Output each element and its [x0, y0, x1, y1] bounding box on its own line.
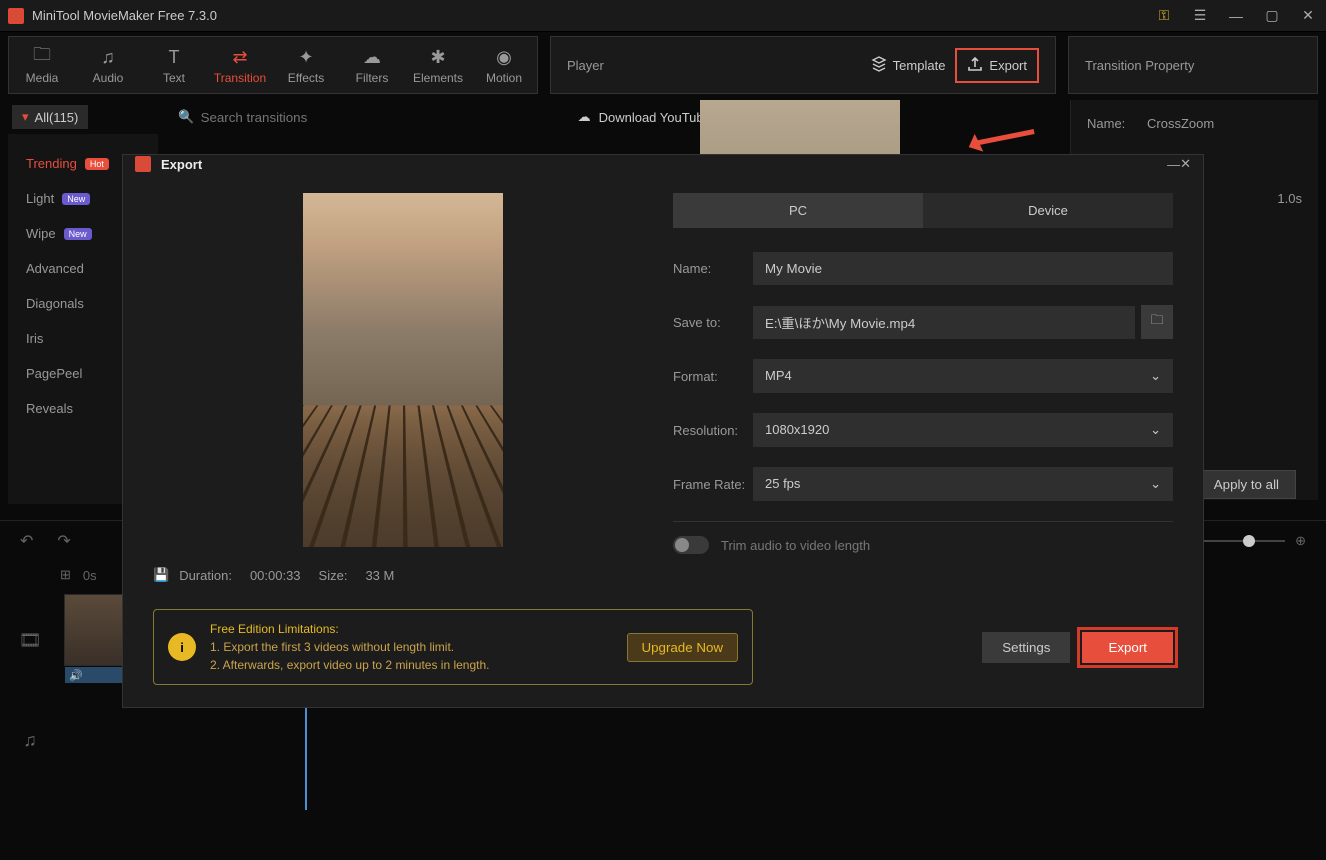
apply-to-all-button[interactable]: Apply to all [1197, 470, 1296, 499]
maximize-icon[interactable]: ▢ [1262, 7, 1282, 24]
search-box[interactable]: 🔍 [178, 109, 340, 125]
format-select[interactable]: MP4 ⌄ [753, 359, 1173, 393]
badge: Hot [85, 158, 109, 170]
export-top-button[interactable]: Export [955, 48, 1039, 83]
duration-label: Duration: [179, 568, 232, 583]
undo-icon[interactable]: ↶ [20, 531, 33, 551]
size-label: Size: [319, 568, 348, 583]
audio-track-icon: ♫ [0, 690, 60, 790]
resolution-label: Resolution: [673, 423, 753, 438]
chevron-down-icon: ⌄ [1150, 476, 1161, 492]
dialog-title: Export [161, 157, 202, 172]
name-label: Name: [673, 261, 753, 276]
tab-effects[interactable]: ✦Effects [273, 37, 339, 93]
chevron-down-icon: ⌄ [1150, 368, 1161, 384]
limitations-line2: 2. Afterwards, export video up to 2 minu… [210, 658, 490, 672]
trim-audio-row: Trim audio to video length [673, 536, 1173, 554]
toolbar-row: 🗀Media♫AudioTText⇄Transition✦Effects☁Fil… [0, 32, 1326, 98]
limitations-box: i Free Edition Limitations: 1. Export th… [153, 609, 753, 685]
property-panel-title: Transition Property [1068, 36, 1318, 94]
export-icon [967, 56, 983, 75]
minimize-icon[interactable]: — [1226, 8, 1246, 24]
redo-icon[interactable]: ↷ [57, 531, 70, 551]
caret-down-icon: ▾ [22, 109, 29, 125]
search-icon: 🔍 [178, 109, 194, 125]
key-icon[interactable]: ⚿ [1154, 7, 1174, 24]
destination-tabs: PC Device [673, 193, 1173, 228]
tab-motion[interactable]: ◉Motion [471, 37, 537, 93]
app-title: MiniTool MovieMaker Free 7.3.0 [32, 8, 217, 23]
media-icon: 🗀 [33, 45, 51, 69]
audio-icon: ♫ [101, 45, 115, 69]
export-meta: 💾 Duration: 00:00:33 Size: 33 M [153, 567, 412, 583]
all-filter-chip[interactable]: ▾ All(115) [12, 105, 88, 129]
dialog-logo-icon [135, 156, 151, 172]
template-icon [871, 56, 887, 75]
dialog-titlebar: Export — ✕ [123, 155, 1203, 173]
tab-filters[interactable]: ☁Filters [339, 37, 405, 93]
tab-text[interactable]: TText [141, 37, 207, 93]
resolution-select[interactable]: 1080x1920 ⌄ [753, 413, 1173, 447]
search-input[interactable] [201, 110, 341, 125]
format-label: Format: [673, 369, 753, 384]
app-logo-icon [8, 8, 24, 24]
elements-icon: ✱ [430, 45, 445, 69]
cloud-download-icon: ☁ [578, 109, 591, 125]
saveto-input[interactable] [753, 306, 1135, 339]
transition-icon: ⇄ [232, 45, 247, 69]
framerate-label: Frame Rate: [673, 477, 753, 492]
export-top-label: Export [989, 58, 1027, 73]
prop-name-value: CrossZoom [1147, 116, 1214, 131]
player-panel: Player Template Export [550, 36, 1056, 94]
dialog-close-icon[interactable]: ✕ [1180, 156, 1191, 172]
player-label: Player [567, 58, 604, 73]
dialog-minimize-icon[interactable]: — [1167, 157, 1180, 172]
framerate-select[interactable]: 25 fps ⌄ [753, 467, 1173, 501]
device-tab[interactable]: Device [923, 193, 1173, 228]
menu-icon[interactable]: ☰ [1190, 7, 1210, 24]
name-input[interactable] [753, 252, 1173, 285]
tab-elements[interactable]: ✱Elements [405, 37, 471, 93]
badge: New [62, 193, 90, 205]
tab-transition[interactable]: ⇄Transition [207, 37, 273, 93]
export-dialog: Export — ✕ 💾 Duration: 00:00:33 Size: 33… [122, 154, 1204, 708]
video-track-icon: 🎞 [0, 590, 60, 690]
titlebar: MiniTool MovieMaker Free 7.3.0 ⚿ ☰ — ▢ ✕ [0, 0, 1326, 32]
saveto-label: Save to: [673, 315, 753, 330]
badge: New [64, 228, 92, 240]
export-button[interactable]: Export [1082, 632, 1173, 663]
limitations-title: Free Edition Limitations: [210, 620, 615, 638]
folder-icon: 🗀 [1150, 311, 1163, 333]
text-icon: T [169, 45, 180, 69]
zoom-in-icon[interactable]: ⊕ [1295, 533, 1306, 549]
duration-value: 00:00:33 [250, 568, 301, 583]
export-preview-image [303, 193, 503, 547]
size-value: 33 M [365, 568, 394, 583]
ruler-marker-icon: ⊞ [60, 567, 71, 583]
chevron-down-icon: ⌄ [1150, 422, 1161, 438]
browse-folder-button[interactable]: 🗀 [1141, 305, 1173, 339]
save-icon: 💾 [153, 567, 169, 583]
tab-media[interactable]: 🗀Media [9, 37, 75, 93]
info-icon: i [168, 633, 196, 661]
upgrade-now-button[interactable]: Upgrade Now [627, 633, 739, 662]
limitations-line1: 1. Export the first 3 videos without len… [210, 640, 454, 654]
motion-icon: ◉ [496, 45, 512, 69]
settings-button[interactable]: Settings [982, 632, 1070, 663]
trim-audio-label: Trim audio to video length [721, 538, 870, 553]
filters-icon: ☁ [363, 45, 381, 69]
template-button[interactable]: Template [861, 50, 956, 81]
prop-name-label: Name: [1087, 116, 1147, 131]
tab-audio[interactable]: ♫Audio [75, 37, 141, 93]
template-label: Template [893, 58, 946, 73]
close-icon[interactable]: ✕ [1298, 7, 1318, 24]
pc-tab[interactable]: PC [673, 193, 923, 228]
effects-icon: ✦ [298, 45, 313, 69]
trim-audio-toggle[interactable] [673, 536, 709, 554]
prop-duration-value: 1.0s [1277, 191, 1302, 206]
media-tabs: 🗀Media♫AudioTText⇄Transition✦Effects☁Fil… [8, 36, 538, 94]
